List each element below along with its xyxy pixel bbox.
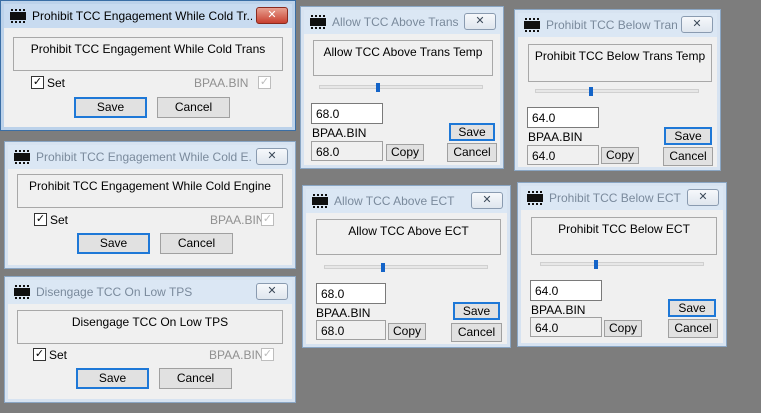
cancel-button[interactable]: Cancel (157, 97, 230, 118)
chip-icon (312, 194, 328, 208)
window-title: Prohibit TCC Below ECT (549, 191, 681, 205)
window-title: Prohibit TCC Below Tran... (546, 18, 677, 32)
chip-icon (527, 191, 543, 205)
file-checkbox: ✓ (258, 76, 271, 89)
slider-track[interactable] (324, 265, 488, 269)
title-bar[interactable]: Allow TCC Above Trans ... ✕ (304, 10, 500, 34)
set-checkbox[interactable]: ✓ (34, 213, 47, 226)
close-button[interactable]: ✕ (464, 13, 496, 30)
save-button[interactable]: Save (77, 233, 150, 254)
description-box: Prohibit TCC Engagement While Cold Trans (13, 37, 283, 71)
dialog-disengage-tcc-low-tps: Disengage TCC On Low TPS ✕ Disengage TCC… (4, 276, 296, 403)
value-input[interactable]: 68.0 (311, 103, 383, 124)
description-box: Prohibit TCC Engagement While Cold Engin… (17, 174, 283, 208)
description-box: Allow TCC Above ECT (316, 219, 501, 255)
dialog-prohibit-tcc-cold-engine: Prohibit TCC Engagement While Cold E... … (4, 141, 296, 269)
close-button[interactable]: ✕ (256, 283, 288, 300)
copy-button[interactable]: Copy (386, 144, 424, 161)
file-checkbox: ✓ (261, 213, 274, 226)
value-input[interactable]: 68.0 (316, 283, 386, 304)
file-value: 64.0 (527, 145, 599, 165)
title-bar[interactable]: Disengage TCC On Low TPS ✕ (8, 280, 292, 304)
window-title: Disengage TCC On Low TPS (36, 285, 193, 299)
file-label: BPAA.BIN (528, 130, 583, 144)
save-button[interactable]: Save (76, 368, 149, 389)
file-label: BPAA.BIN (312, 126, 367, 140)
description-box: Allow TCC Above Trans Temp (313, 40, 493, 76)
file-value: 68.0 (311, 141, 383, 161)
close-button[interactable]: ✕ (256, 7, 288, 24)
save-button[interactable]: Save (74, 97, 147, 118)
window-title: Prohibit TCC Engagement While Cold Tr... (32, 9, 252, 23)
cancel-button[interactable]: Cancel (668, 319, 718, 338)
copy-button[interactable]: Copy (388, 323, 426, 340)
cancel-button[interactable]: Cancel (451, 323, 502, 342)
cancel-button[interactable]: Cancel (663, 147, 713, 166)
close-button[interactable]: ✕ (256, 148, 288, 165)
title-bar[interactable]: Allow TCC Above ECT ✕ (306, 189, 507, 213)
copy-button[interactable]: Copy (604, 320, 642, 337)
file-label: BPAA.BIN (209, 348, 264, 362)
dialog-prohibit-tcc-cold-trans: Prohibit TCC Engagement While Cold Tr...… (0, 0, 296, 131)
close-button[interactable]: ✕ (471, 192, 503, 209)
slider-track[interactable] (540, 262, 704, 266)
set-checkbox[interactable]: ✓ (31, 76, 44, 89)
save-button[interactable]: Save (668, 299, 716, 317)
chip-icon (10, 9, 26, 23)
title-bar[interactable]: Prohibit TCC Below Tran... ✕ (518, 13, 717, 37)
file-label: BPAA.BIN (316, 306, 371, 320)
chip-icon (14, 285, 30, 299)
file-label: BPAA.BIN (194, 76, 249, 90)
close-button[interactable]: ✕ (681, 16, 713, 33)
copy-button[interactable]: Copy (601, 147, 639, 164)
cancel-button[interactable]: Cancel (160, 233, 233, 254)
file-label: BPAA.BIN (531, 303, 586, 317)
chip-icon (524, 18, 540, 32)
save-button[interactable]: Save (449, 123, 495, 141)
set-checkbox[interactable]: ✓ (33, 348, 46, 361)
title-bar[interactable]: Prohibit TCC Below ECT ✕ (521, 186, 723, 210)
title-bar[interactable]: Prohibit TCC Engagement While Cold E... … (8, 145, 292, 169)
set-label: Set (47, 76, 66, 90)
slider-track[interactable] (535, 89, 699, 93)
window-title: Allow TCC Above Trans ... (332, 15, 460, 29)
window-title: Prohibit TCC Engagement While Cold E... (36, 150, 252, 164)
file-value: 68.0 (316, 320, 386, 340)
slider-thumb[interactable] (588, 87, 593, 96)
chip-icon (14, 150, 30, 164)
save-button[interactable]: Save (664, 127, 712, 145)
description-box: Prohibit TCC Below Trans Temp (528, 44, 712, 82)
value-input[interactable]: 64.0 (530, 280, 602, 301)
dialog-allow-tcc-above-trans-temp: Allow TCC Above Trans ... ✕ Allow TCC Ab… (300, 6, 504, 169)
close-button[interactable]: ✕ (687, 189, 719, 206)
title-bar[interactable]: Prohibit TCC Engagement While Cold Tr...… (4, 4, 292, 28)
dialog-prohibit-tcc-below-trans-temp: Prohibit TCC Below Tran... ✕ Prohibit TC… (514, 9, 721, 171)
cancel-button[interactable]: Cancel (159, 368, 232, 389)
window-title: Allow TCC Above ECT (334, 194, 455, 208)
description-box: Disengage TCC On Low TPS (17, 310, 283, 344)
cancel-button[interactable]: Cancel (447, 143, 497, 162)
set-label: Set (49, 348, 68, 362)
slider-thumb[interactable] (376, 83, 381, 92)
description-box: Prohibit TCC Below ECT (531, 217, 717, 255)
value-input[interactable]: 64.0 (527, 107, 599, 128)
file-label: BPAA.BIN (210, 213, 265, 227)
slider-track[interactable] (319, 85, 483, 89)
slider-thumb[interactable] (593, 260, 598, 269)
slider-thumb[interactable] (381, 263, 386, 272)
set-label: Set (50, 213, 69, 227)
save-button[interactable]: Save (453, 302, 500, 320)
dialog-allow-tcc-above-ect: Allow TCC Above ECT ✕ Allow TCC Above EC… (302, 185, 511, 348)
chip-icon (310, 15, 326, 29)
dialog-prohibit-tcc-below-ect: Prohibit TCC Below ECT ✕ Prohibit TCC Be… (517, 182, 727, 347)
file-checkbox: ✓ (261, 348, 274, 361)
file-value: 64.0 (530, 317, 602, 337)
